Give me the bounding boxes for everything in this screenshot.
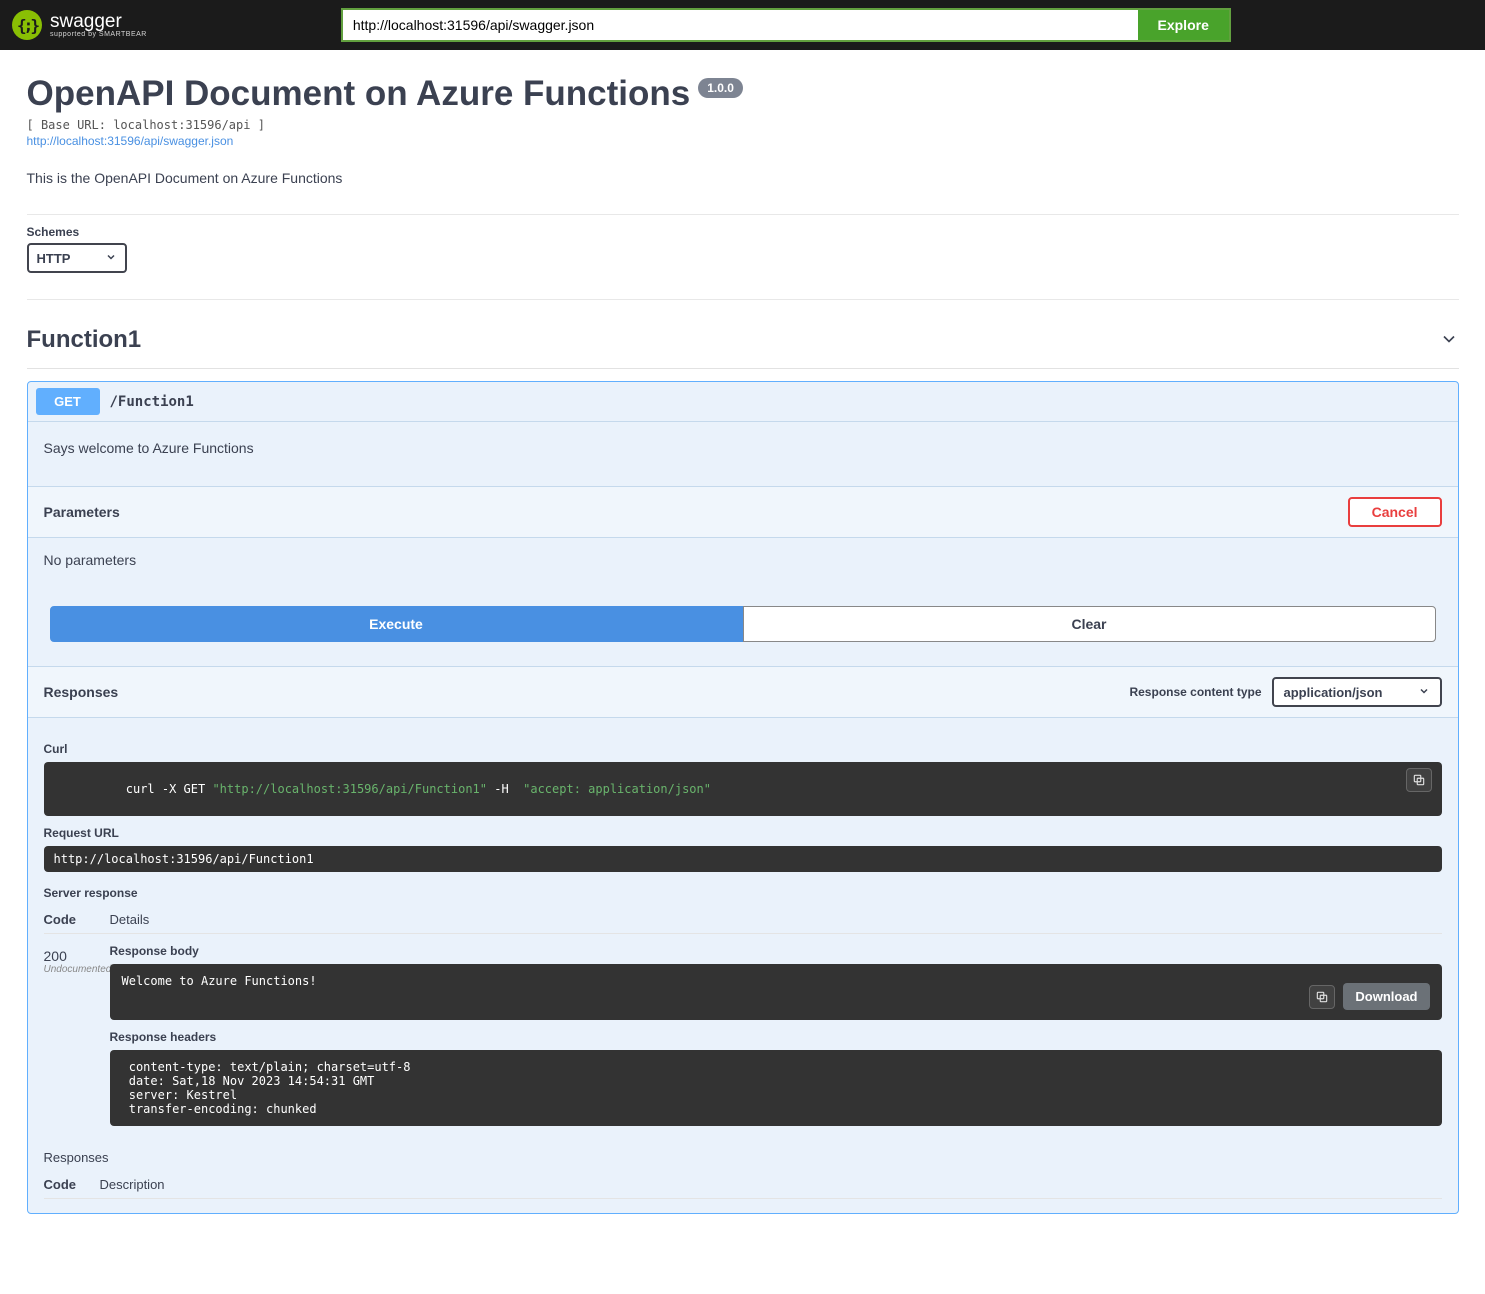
description-column-header: Description <box>100 1171 1442 1198</box>
topbar: {;} swagger supported by SMARTBEAR Explo… <box>0 0 1485 50</box>
copy-icon[interactable] <box>1309 985 1335 1009</box>
code-column-header: Code <box>44 1171 100 1198</box>
copy-icon[interactable] <box>1406 768 1432 792</box>
swagger-logo-icon: {;} <box>12 10 42 40</box>
status-code: 200 <box>44 948 110 964</box>
chevron-down-icon <box>1418 684 1430 700</box>
api-title: OpenAPI Document on Azure Functions <box>27 74 691 114</box>
response-body-label: Response body <box>110 944 1442 958</box>
code-header: Code <box>44 906 110 933</box>
spec-link[interactable]: http://localhost:31596/api/swagger.json <box>27 134 234 148</box>
swagger-logo: {;} swagger supported by SMARTBEAR <box>12 10 147 40</box>
schemes-value: HTTP <box>37 251 71 266</box>
schemes-select[interactable]: HTTP <box>27 243 127 273</box>
execute-button[interactable]: Execute <box>50 606 743 642</box>
request-url-label: Request URL <box>44 826 1442 840</box>
execute-row: Execute Clear <box>28 582 1458 666</box>
documented-responses: Responses Code Description <box>28 1134 1458 1213</box>
clear-button[interactable]: Clear <box>743 606 1436 642</box>
curl-command: curl -X GET "http://localhost:31596/api/… <box>44 762 1442 816</box>
chevron-down-icon <box>1439 329 1459 352</box>
undocumented-label: Undocumented <box>44 964 110 975</box>
schemes-section: Schemes HTTP <box>27 214 1459 300</box>
api-description: This is the OpenAPI Document on Azure Fu… <box>27 170 1459 186</box>
server-response-label: Server response <box>44 886 1442 900</box>
responses-label: Responses <box>44 684 119 700</box>
page-title: OpenAPI Document on Azure Functions 1.0.… <box>27 74 1459 114</box>
base-url: [ Base URL: localhost:31596/api ] <box>27 118 1459 132</box>
details-header: Details <box>110 906 1442 933</box>
response-table-header: Code Details <box>44 906 1442 934</box>
response-body: Welcome to Azure Functions! Download <box>110 964 1442 1020</box>
spec-url-input[interactable] <box>341 8 1138 42</box>
chevron-down-icon <box>105 250 117 266</box>
response-row-200: 200 Undocumented Response body Welcome t… <box>44 944 1442 1126</box>
version-badge: 1.0.0 <box>698 78 743 98</box>
no-parameters-text: No parameters <box>28 538 1458 582</box>
response-headers: content-type: text/plain; charset=utf-8 … <box>110 1050 1442 1126</box>
cancel-button[interactable]: Cancel <box>1348 497 1442 527</box>
content-type-value: application/json <box>1284 685 1383 700</box>
curl-label: Curl <box>44 742 1442 756</box>
schemes-label: Schemes <box>27 225 1459 239</box>
logo-text: swagger <box>50 12 147 31</box>
operation-summary[interactable]: GET /Function1 <box>28 382 1458 421</box>
content-type-select[interactable]: application/json <box>1272 677 1442 707</box>
tag-function1[interactable]: Function1 <box>27 312 1459 369</box>
operation-path: /Function1 <box>110 394 194 410</box>
operation-get-function1: GET /Function1 Says welcome to Azure Fun… <box>27 381 1459 1214</box>
explore-button[interactable]: Explore <box>1138 8 1231 42</box>
content-type-label: Response content type <box>1129 685 1261 699</box>
download-button[interactable]: Download <box>1343 983 1429 1010</box>
operation-description: Says welcome to Azure Functions <box>28 422 1458 486</box>
response-headers-label: Response headers <box>110 1030 1442 1044</box>
method-badge-get: GET <box>36 388 100 415</box>
parameters-label: Parameters <box>44 504 120 520</box>
spec-url-form: Explore <box>341 8 1231 42</box>
api-info: OpenAPI Document on Azure Functions 1.0.… <box>27 50 1459 214</box>
responses-header: Responses Response content type applicat… <box>28 666 1458 718</box>
logo-subtext: supported by SMARTBEAR <box>50 31 147 38</box>
responses-subheader: Responses <box>44 1150 1442 1165</box>
live-response: Curl curl -X GET "http://localhost:31596… <box>28 718 1458 1134</box>
tag-name: Function1 <box>27 326 142 354</box>
parameters-header: Parameters Cancel <box>28 486 1458 538</box>
request-url-value: http://localhost:31596/api/Function1 <box>44 846 1442 872</box>
